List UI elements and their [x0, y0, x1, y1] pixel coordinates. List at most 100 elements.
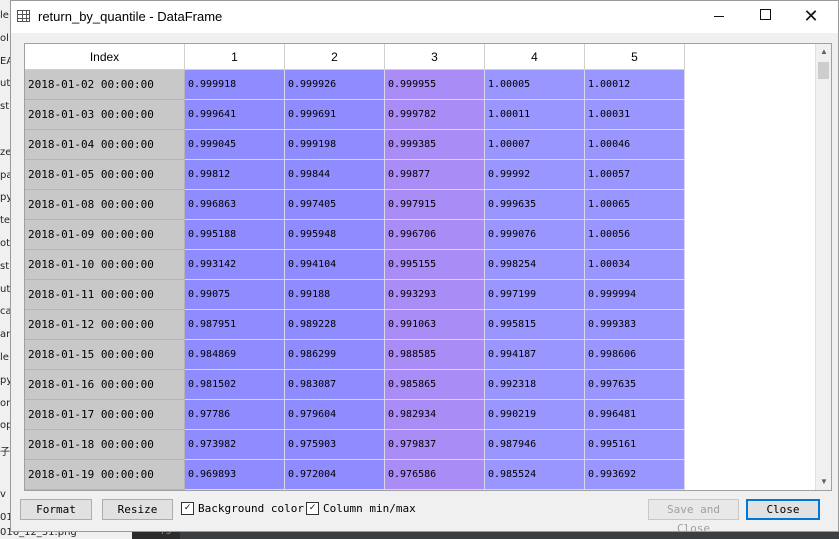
save-and-close-button[interactable]: Save and Close: [648, 499, 739, 535]
table-row[interactable]: 2018-01-18 00:00:00 0.973982 0.975903 0.979…: [25, 430, 685, 460]
index-column-header[interactable]: Index: [25, 44, 185, 70]
table-row[interactable]: 2018-01-05 00:00:00 0.99812 0.99844 0.99877…: [25, 160, 685, 190]
row-index-cell[interactable]: 2018-01-15 00:00:00: [25, 340, 185, 370]
table-cell[interactable]: 0.981502: [185, 370, 285, 400]
background-color-checkbox[interactable]: ✓ Background color: [181, 501, 304, 516]
table-row[interactable]: 2018-01-08 00:00:00 0.996863 0.997405 0.997…: [25, 190, 685, 220]
close-button[interactable]: Close: [746, 499, 820, 520]
table-cell[interactable]: 0.993692: [585, 460, 685, 490]
row-index-cell[interactable]: 2018-01-19 00:00:00: [25, 460, 185, 490]
table-cell[interactable]: 0.987946: [485, 430, 585, 460]
table-cell[interactable]: 0.999076: [485, 220, 585, 250]
table-cell[interactable]: 0.998254: [485, 250, 585, 280]
table-cell[interactable]: 0.999691: [285, 100, 385, 130]
table-row[interactable]: 2018-01-04 00:00:00 0.999045 0.999198 0.999…: [25, 130, 685, 160]
table-cell[interactable]: 1.00046: [585, 130, 685, 160]
column-minmax-checkbox[interactable]: ✓ Column min/max: [306, 501, 416, 516]
table-cell[interactable]: 0.999198: [285, 130, 385, 160]
column-header-2[interactable]: 2: [285, 44, 385, 70]
scroll-down-arrow-icon[interactable]: ▼: [816, 474, 831, 490]
row-index-cell[interactable]: 2018-01-10 00:00:00: [25, 250, 185, 280]
table-cell[interactable]: 1.00056: [585, 220, 685, 250]
table-cell[interactable]: 0.999782: [385, 100, 485, 130]
table-cell[interactable]: 0.99188: [285, 280, 385, 310]
row-index-cell[interactable]: 2018-01-09 00:00:00: [25, 220, 185, 250]
table-row[interactable]: 2018-01-16 00:00:00 0.981502 0.983087 0.985…: [25, 370, 685, 400]
table-cell[interactable]: 0.999383: [585, 310, 685, 340]
row-index-cell[interactable]: 2018-01-12 00:00:00: [25, 310, 185, 340]
table-cell[interactable]: 0.997635: [585, 370, 685, 400]
table-row[interactable]: 2018-01-03 00:00:00 0.999641 0.999691 0.999…: [25, 100, 685, 130]
table-cell[interactable]: 0.979837: [385, 430, 485, 460]
table-cell[interactable]: 1.00012: [585, 70, 685, 100]
table-cell[interactable]: 1.00007: [485, 130, 585, 160]
vertical-scrollbar[interactable]: ▲ ▼: [815, 44, 831, 490]
table-row[interactable]: 2018-01-11 00:00:00 0.99075 0.99188 0.99329…: [25, 280, 685, 310]
table-cell[interactable]: 0.999385: [385, 130, 485, 160]
table-cell[interactable]: 0.990219: [485, 400, 585, 430]
table-cell[interactable]: 0.989228: [285, 310, 385, 340]
row-index-cell[interactable]: 2018-01-05 00:00:00: [25, 160, 185, 190]
title-bar[interactable]: return_by_quantile - DataFrame ✕: [11, 1, 838, 33]
table-cell[interactable]: 0.99812: [185, 160, 285, 190]
table-cell[interactable]: 0.998606: [585, 340, 685, 370]
table-cell[interactable]: 0.986299: [285, 340, 385, 370]
table-cell[interactable]: 0.995155: [385, 250, 485, 280]
table-cell[interactable]: 0.975903: [285, 430, 385, 460]
column-header-5[interactable]: 5: [585, 44, 685, 70]
format-button[interactable]: Format: [20, 499, 92, 520]
table-cell[interactable]: 0.973982: [185, 430, 285, 460]
column-header-3[interactable]: 3: [385, 44, 485, 70]
table-cell[interactable]: 0.99075: [185, 280, 285, 310]
table-cell[interactable]: 0.997199: [485, 280, 585, 310]
table-cell[interactable]: 0.995188: [185, 220, 285, 250]
table-cell[interactable]: 0.976586: [385, 460, 485, 490]
checkbox-check-icon[interactable]: ✓: [181, 501, 194, 515]
table-cell[interactable]: 0.97786: [185, 400, 285, 430]
checkbox-check-icon[interactable]: ✓: [306, 501, 319, 515]
table-cell[interactable]: 0.972004: [285, 460, 385, 490]
close-window-button[interactable]: ✕: [788, 1, 834, 33]
table-cell[interactable]: 0.999955: [385, 70, 485, 100]
table-cell[interactable]: 0.997405: [285, 190, 385, 220]
maximize-button[interactable]: [742, 1, 788, 33]
table-cell[interactable]: 1.00005: [485, 70, 585, 100]
table-row[interactable]: 2018-01-19 00:00:00 0.969893 0.972004 0.976…: [25, 460, 685, 490]
table-row[interactable]: 2018-01-17 00:00:00 0.97786 0.979604 0.9829…: [25, 400, 685, 430]
table-cell[interactable]: 0.985524: [485, 460, 585, 490]
table-row[interactable]: 2018-01-12 00:00:00 0.987951 0.989228 0.991…: [25, 310, 685, 340]
row-index-cell[interactable]: 2018-01-18 00:00:00: [25, 430, 185, 460]
table-cell[interactable]: 0.995948: [285, 220, 385, 250]
table-cell[interactable]: 0.99877: [385, 160, 485, 190]
table-cell[interactable]: 0.993293: [385, 280, 485, 310]
resize-button[interactable]: Resize: [102, 499, 173, 520]
row-index-cell[interactable]: 2018-01-04 00:00:00: [25, 130, 185, 160]
table-cell[interactable]: 0.979604: [285, 400, 385, 430]
column-header-1[interactable]: 1: [185, 44, 285, 70]
table-cell[interactable]: 1.00065: [585, 190, 685, 220]
minimize-button[interactable]: [696, 1, 742, 33]
row-index-cell[interactable]: 2018-01-03 00:00:00: [25, 100, 185, 130]
table-cell[interactable]: 0.991063: [385, 310, 485, 340]
table-cell[interactable]: 0.999918: [185, 70, 285, 100]
table-cell[interactable]: 0.996481: [585, 400, 685, 430]
table-cell[interactable]: 1.00034: [585, 250, 685, 280]
row-index-cell[interactable]: 2018-01-16 00:00:00: [25, 370, 185, 400]
table-cell[interactable]: 0.996706: [385, 220, 485, 250]
table-cell[interactable]: 0.99844: [285, 160, 385, 190]
table-cell[interactable]: 0.985865: [385, 370, 485, 400]
row-index-cell[interactable]: 2018-01-11 00:00:00: [25, 280, 185, 310]
table-cell[interactable]: 0.994187: [485, 340, 585, 370]
table-cell[interactable]: 0.969893: [185, 460, 285, 490]
table-cell[interactable]: 0.999045: [185, 130, 285, 160]
table-cell[interactable]: 1.00011: [485, 100, 585, 130]
column-header-4[interactable]: 4: [485, 44, 585, 70]
table-cell[interactable]: 0.995815: [485, 310, 585, 340]
table-row[interactable]: 2018-01-09 00:00:00 0.995188 0.995948 0.996…: [25, 220, 685, 250]
table-row[interactable]: 2018-01-02 00:00:00 0.999918 0.999926 0.999…: [25, 70, 685, 100]
table-row[interactable]: 2018-01-10 00:00:00 0.993142 0.994104 0.995…: [25, 250, 685, 280]
table-cell[interactable]: 1.00031: [585, 100, 685, 130]
table-cell[interactable]: 0.984869: [185, 340, 285, 370]
table-cell[interactable]: 0.997915: [385, 190, 485, 220]
dataframe-grid[interactable]: Index ▲ ▼ 1 2 3 4 5 2018-01-02 00:00:00 0.9999…: [24, 43, 832, 491]
